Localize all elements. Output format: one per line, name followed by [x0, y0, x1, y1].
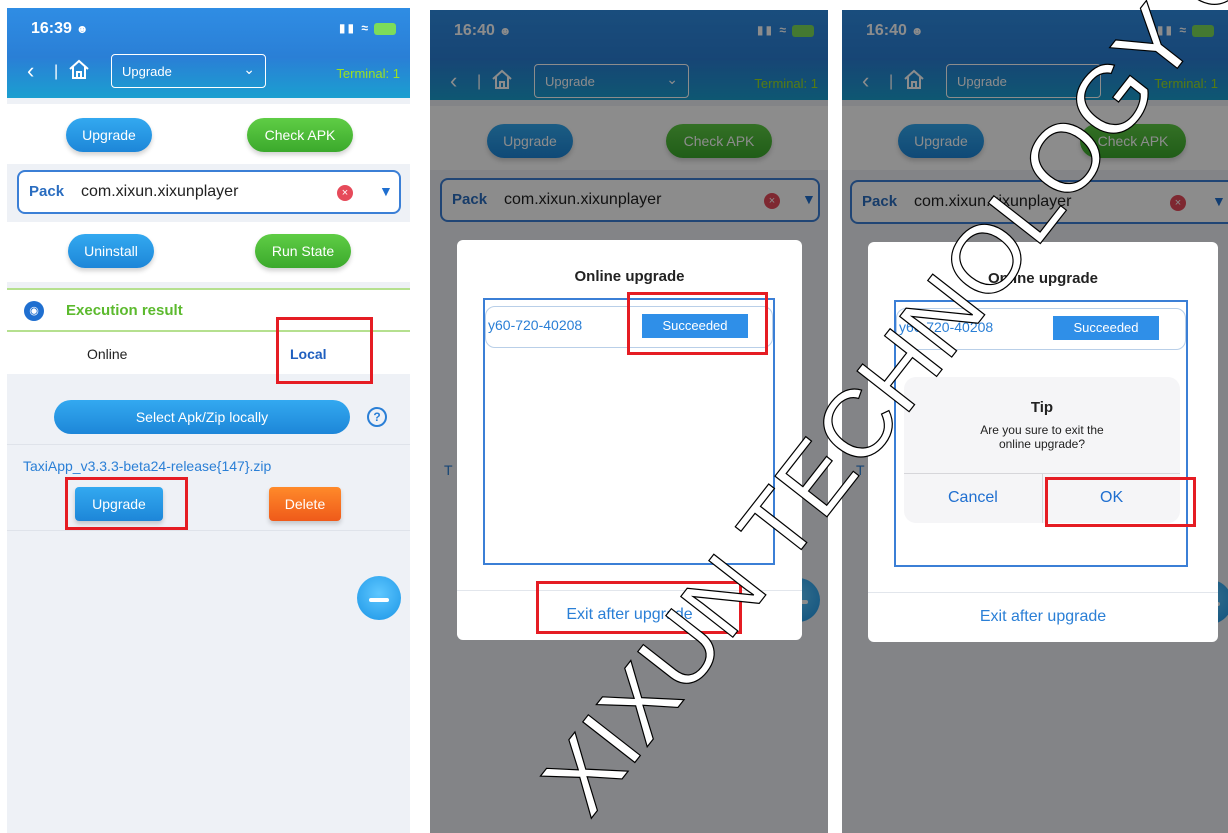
pack-input[interactable]: com.xixun.xixunplayer — [81, 183, 238, 201]
exit-after-upgrade-button[interactable]: Exit after upgrade — [868, 608, 1218, 626]
device-id: y60-720-40208 — [488, 317, 583, 333]
tab-online[interactable]: Online — [87, 346, 127, 362]
tip-title: Tip — [1030, 399, 1054, 416]
home-icon[interactable] — [67, 58, 91, 82]
execution-title: Execution result — [66, 302, 183, 319]
nav-divider: | — [54, 63, 59, 80]
clear-icon[interactable]: × — [337, 185, 353, 201]
file-delete-button[interactable]: Delete — [269, 487, 341, 521]
check-apk-button[interactable]: Check APK — [247, 118, 353, 152]
divider — [7, 530, 410, 531]
highlight-box — [627, 292, 768, 355]
dialog-title: Online upgrade — [574, 268, 685, 285]
person-icon: ☻ — [75, 22, 89, 36]
upgrade-button[interactable]: Upgrade — [66, 118, 152, 152]
status-badge: Succeeded — [1053, 316, 1159, 340]
status-time: 16:39 ☻ — [31, 20, 89, 37]
file-name: TaxiApp_v3.3.3-beta24-release{147}.zip — [23, 458, 272, 474]
pack-field[interactable]: Pack com.xixun.xixunplayer × ▼ — [17, 170, 401, 214]
screenshot-stage: 16:39 ☻ ▮▮ ≈ ‹ | Upgrade ⌄ Terminal: 1 Upg… — [0, 0, 1228, 833]
device-id: y60-720-40208 — [899, 319, 994, 335]
function-select[interactable]: Upgrade ⌄ — [111, 54, 266, 88]
help-icon[interactable]: ? — [367, 407, 387, 427]
highlight-box — [276, 317, 373, 384]
caret-down-icon[interactable]: ▼ — [379, 183, 393, 199]
wifi-icon: ≈ — [361, 21, 370, 35]
divider — [868, 592, 1218, 593]
phone-screen-online-upgrade: 16:40 ☻ ▮▮ ≈ ‹ | Upgrade ⌄ Terminal: 1 Upg… — [430, 10, 828, 833]
tip-message: Are you sure to exit the online upgrade? — [980, 423, 1104, 451]
pack-label: Pack — [29, 183, 65, 200]
highlight-box — [65, 477, 188, 530]
phone-screen-local: 16:39 ☻ ▮▮ ≈ ‹ | Upgrade ⌄ Terminal: 1 Upg… — [7, 8, 410, 833]
chevron-down-icon: ⌄ — [243, 61, 255, 77]
list-item: y60-720-40208 Succeeded — [896, 308, 1186, 350]
highlight-box — [536, 581, 742, 634]
signal-icon: ▮▮ — [338, 21, 357, 35]
run-state-button[interactable]: Run State — [255, 234, 351, 268]
phone-screen-exit-confirm: 16:40 ☻ ▮▮ ≈ ‹ | Upgrade ⌄ Terminal: 1 Upg… — [842, 10, 1228, 833]
divider — [1042, 473, 1043, 523]
divider — [7, 444, 410, 445]
divider — [7, 288, 410, 290]
back-icon[interactable]: ‹ — [27, 60, 34, 82]
highlight-box — [1045, 477, 1196, 527]
floating-action-icon[interactable] — [357, 576, 401, 620]
terminal-label: Terminal: 1 — [336, 66, 400, 81]
cancel-button[interactable]: Cancel — [948, 489, 998, 507]
app-header: 16:39 ☻ ▮▮ ≈ ‹ | Upgrade ⌄ Terminal: 1 — [7, 8, 410, 98]
dialog-title: Online upgrade — [987, 270, 1098, 287]
uninstall-button[interactable]: Uninstall — [68, 234, 154, 268]
select-local-file-button[interactable]: Select Apk/Zip locally — [54, 400, 350, 434]
status-icons: ▮▮ ≈ — [339, 21, 396, 35]
battery-icon — [374, 22, 396, 35]
execution-icon: ◉ — [24, 301, 44, 321]
